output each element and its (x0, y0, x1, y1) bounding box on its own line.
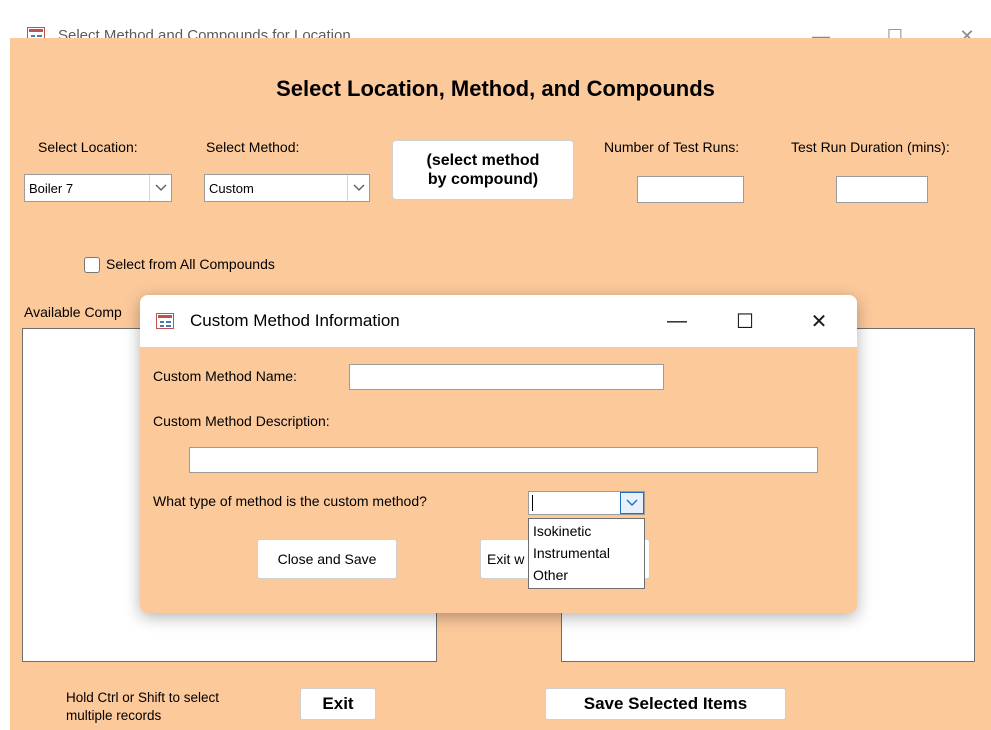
custom-method-name-label: Custom Method Name: (153, 368, 297, 384)
location-value: Boiler 7 (29, 181, 74, 196)
available-compounds-label: Available Comp (24, 304, 122, 320)
maximize-icon[interactable]: ☐ (722, 305, 768, 337)
exit-button[interactable]: Exit (300, 688, 376, 720)
custom-method-description-label: Custom Method Description: (153, 413, 330, 429)
close-and-save-button[interactable]: Close and Save (257, 539, 397, 579)
selection-hint: Hold Ctrl or Shift to select multiple re… (66, 690, 220, 723)
method-value: Custom (209, 181, 254, 196)
exit-without-saving-label: Exit w (487, 551, 525, 567)
method-type-dropdown[interactable]: Isokinetic Instrumental Other (528, 518, 645, 589)
location-combo[interactable]: Boiler 7 (24, 174, 172, 202)
main-title-bar[interactable]: Select Method and Compounds for Location… (0, 0, 991, 46)
minimize-icon[interactable]: — (654, 305, 700, 337)
test-duration-label: Test Run Duration (mins): (791, 139, 950, 155)
chevron-down-icon[interactable] (347, 175, 369, 201)
chevron-down-icon[interactable] (620, 492, 644, 514)
method-type-option[interactable]: Instrumental (533, 545, 610, 561)
close-icon[interactable]: ✕ (796, 305, 842, 337)
method-label: Select Method: (206, 139, 300, 155)
method-type-combo[interactable] (528, 491, 645, 515)
test-runs-label: Number of Test Runs: (604, 139, 740, 155)
test-runs-input[interactable] (637, 176, 744, 203)
method-type-label: What type of method is the custom method… (153, 493, 427, 509)
select-method-by-compound-button[interactable]: (select method by compound) (392, 140, 574, 200)
form-heading: Select Location, Method, and Compounds (276, 76, 715, 101)
test-duration-input[interactable] (836, 176, 928, 203)
dialog-title-bar[interactable]: Custom Method Information — ☐ ✕ (140, 295, 857, 347)
save-selected-button[interactable]: Save Selected Items (545, 688, 786, 720)
method-combo[interactable]: Custom (204, 174, 370, 202)
custom-method-description-input[interactable] (189, 447, 818, 473)
dialog-title: Custom Method Information (190, 311, 400, 330)
method-type-option[interactable]: Other (533, 567, 568, 583)
all-compounds-checkbox[interactable] (84, 257, 100, 273)
location-label: Select Location: (38, 139, 138, 155)
all-compounds-label: Select from All Compounds (106, 256, 275, 272)
custom-method-dialog: Custom Method Information — ☐ ✕ Custom M… (140, 295, 857, 613)
custom-method-name-input[interactable] (349, 364, 664, 390)
method-type-option[interactable]: Isokinetic (533, 523, 591, 539)
access-form-icon (156, 313, 174, 329)
chevron-down-icon[interactable] (149, 175, 171, 201)
